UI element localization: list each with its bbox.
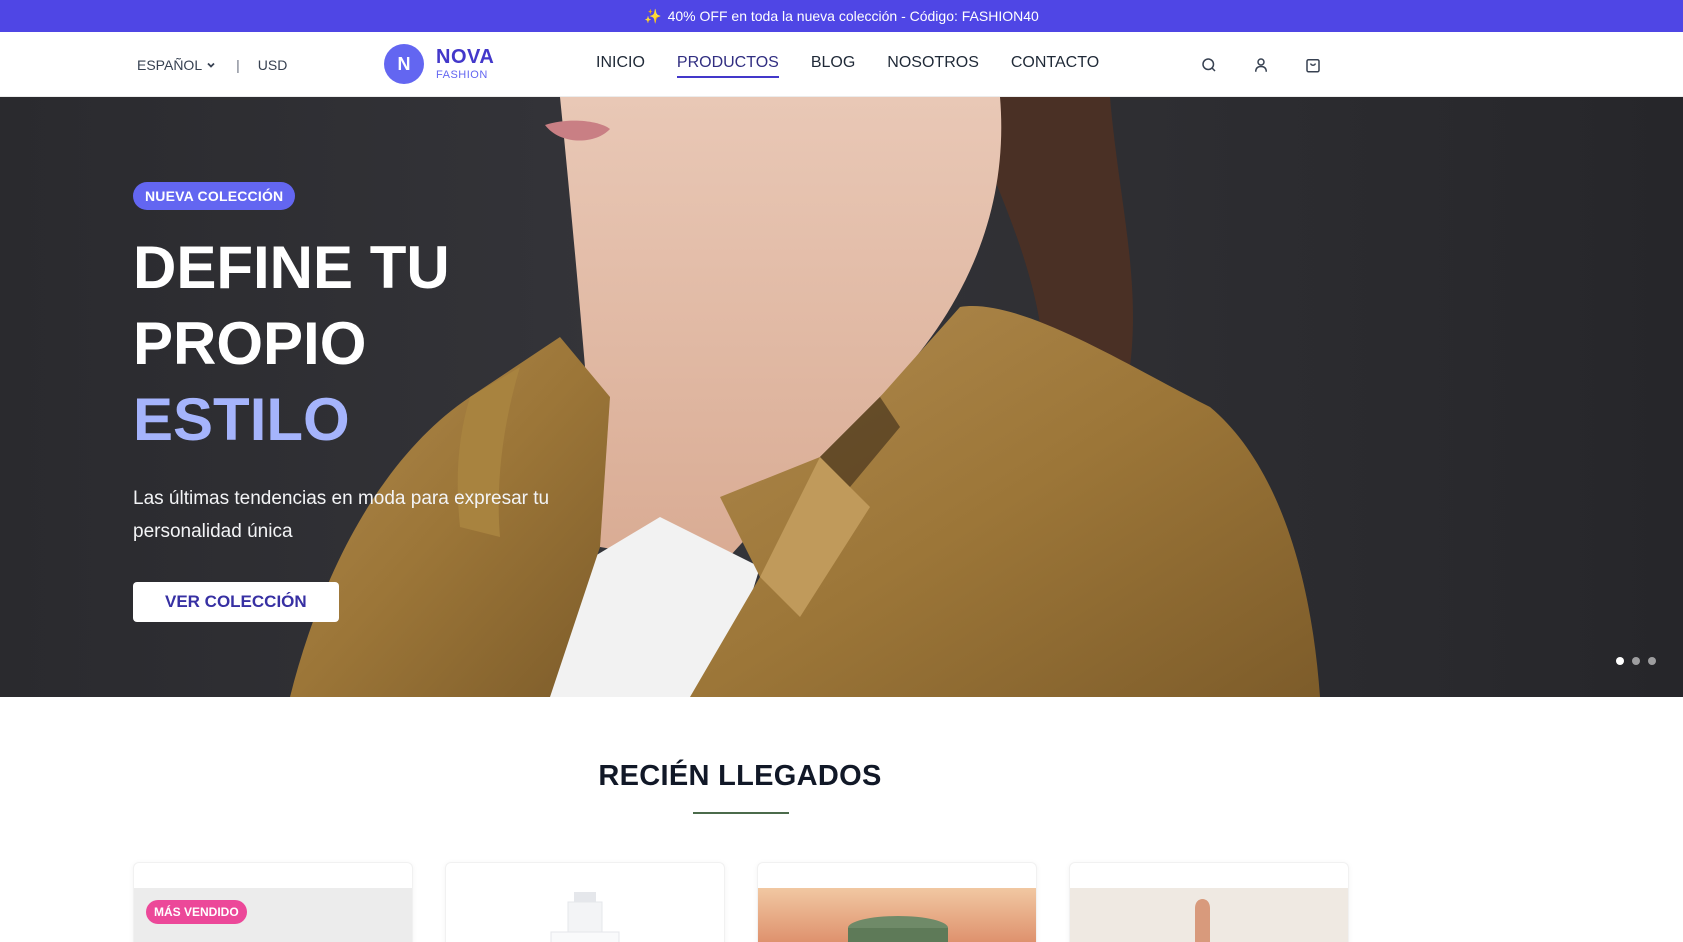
hero-banner: NUEVA COLECCIÓN DEFINE TU PROPIO ESTILO … xyxy=(0,97,1683,697)
locale-separator: | xyxy=(236,56,240,73)
hero-title-line-1: DEFINE TU xyxy=(133,234,450,301)
promo-bar: ✨ 40% OFF en toda la nueva colección - C… xyxy=(0,0,1683,32)
nav-inicio[interactable]: INICIO xyxy=(596,54,645,76)
hero-description: Las últimas tendencias en moda para expr… xyxy=(133,488,550,542)
slider-dot-2[interactable] xyxy=(1632,657,1640,665)
nav-blog[interactable]: BLOG xyxy=(811,54,855,76)
view-collection-button[interactable]: VER COLECCIÓN xyxy=(133,582,339,622)
header-tools xyxy=(1200,32,1322,97)
logo-subtitle: FASHION xyxy=(436,69,488,81)
hero-title-accent: ESTILO xyxy=(133,386,350,453)
logo-mark: N xyxy=(384,44,424,84)
main-nav: INICIO PRODUCTOS BLOG NOSOTROS CONTACTO xyxy=(596,32,1099,97)
locale-switcher: ESPAÑOL | USD xyxy=(137,32,287,97)
hero-title: DEFINE TU PROPIO ESTILO xyxy=(133,230,693,458)
language-label: ESPAÑOL xyxy=(137,56,203,73)
product-card[interactable] xyxy=(1069,862,1349,942)
nav-contacto[interactable]: CONTACTO xyxy=(1011,54,1099,76)
currency-select[interactable]: USD xyxy=(258,57,288,73)
product-card[interactable] xyxy=(445,862,725,942)
product-image xyxy=(1070,888,1348,942)
nav-nosotros[interactable]: NOSOTROS xyxy=(887,54,979,76)
slider-dot-3[interactable] xyxy=(1648,657,1656,665)
slider-dots xyxy=(1616,657,1656,665)
site-logo[interactable]: N NOVA FASHION xyxy=(384,44,494,84)
nav-productos[interactable]: PRODUCTOS xyxy=(676,54,779,78)
slider-dot-1[interactable] xyxy=(1616,657,1624,665)
hero-title-line-2: PROPIO xyxy=(133,310,367,377)
site-header: ESPAÑOL | USD N NOVA FASHION INICIO PROD… xyxy=(0,32,1683,97)
product-card[interactable] xyxy=(757,862,1037,942)
hero-content: NUEVA COLECCIÓN DEFINE TU PROPIO ESTILO … xyxy=(133,182,693,622)
product-image xyxy=(758,888,1036,942)
section-divider xyxy=(693,812,789,814)
language-select[interactable]: ESPAÑOL xyxy=(137,57,216,73)
best-seller-badge: MÁS VENDIDO xyxy=(146,900,247,924)
product-image xyxy=(446,888,724,942)
search-icon[interactable] xyxy=(1200,56,1218,74)
product-grid: MÁS VENDIDO xyxy=(133,862,1349,942)
collection-badge: NUEVA COLECCIÓN xyxy=(133,182,296,210)
logo-brand: NOVA xyxy=(436,46,495,68)
section-title: RECIÉN LLEGADOS xyxy=(598,760,882,792)
sparkles-icon: ✨ xyxy=(644,7,662,24)
user-icon[interactable] xyxy=(1252,56,1270,74)
chevron-down-icon xyxy=(207,62,215,68)
product-card[interactable]: MÁS VENDIDO xyxy=(133,862,413,942)
shopping-bag-icon[interactable] xyxy=(1304,56,1322,74)
promo-text: 40% OFF en toda la nueva colección - Cód… xyxy=(667,8,1039,24)
